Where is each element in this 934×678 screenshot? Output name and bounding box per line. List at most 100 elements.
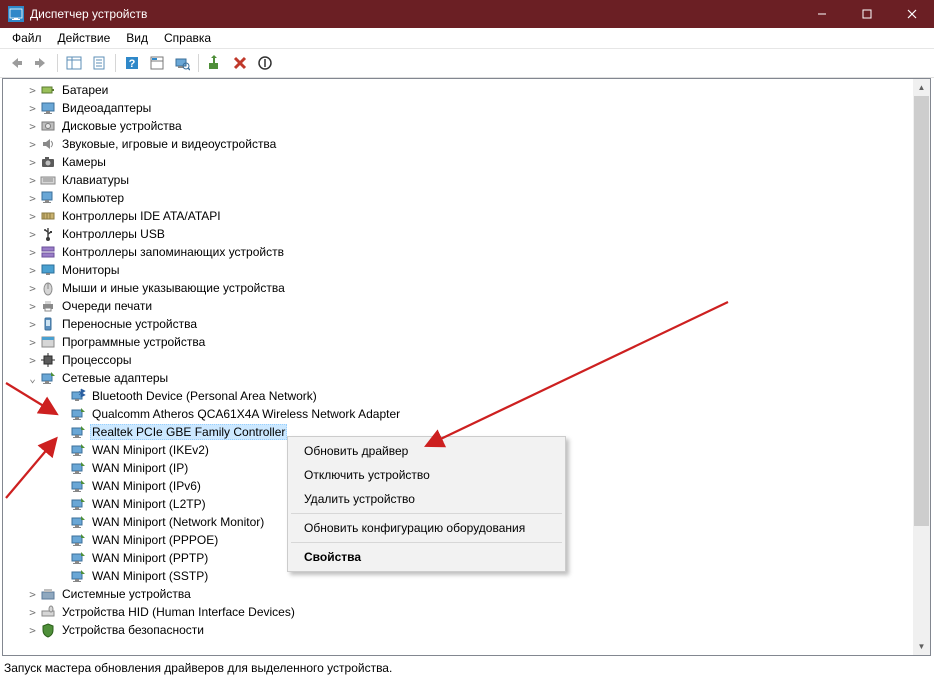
tree-item-label: Батареи — [60, 82, 110, 98]
expand-icon[interactable]: > — [25, 192, 40, 205]
expand-icon[interactable]: > — [25, 138, 40, 151]
expand-icon[interactable]: > — [25, 84, 40, 97]
menu-help[interactable]: Справка — [156, 29, 219, 47]
menu-view[interactable]: Вид — [118, 29, 156, 47]
tree-item-network-adapters[interactable]: ⌄Сетевые адаптеры — [3, 369, 913, 387]
tree-item[interactable]: >Камеры — [3, 153, 913, 171]
export-list-button[interactable] — [87, 51, 111, 75]
expand-icon[interactable]: > — [25, 210, 40, 223]
tree-item-label: Процессоры — [60, 352, 134, 368]
scroll-down-button[interactable]: ▼ — [913, 638, 930, 655]
tree-item-label: Мониторы — [60, 262, 121, 278]
tree-item-label: Системные устройства — [60, 586, 193, 602]
tree-item-label: Очереди печати — [60, 298, 154, 314]
net-icon — [70, 514, 86, 530]
tree-item[interactable]: > Процессоры — [3, 351, 913, 369]
tree-item-label: WAN Miniport (IP) — [90, 460, 190, 476]
expand-icon[interactable]: > — [25, 588, 40, 601]
expand-icon[interactable]: ⌄ — [25, 372, 40, 385]
tree-item-label: Устройства безопасности — [60, 622, 206, 638]
expand-icon[interactable]: > — [25, 300, 40, 313]
tree-item-label: WAN Miniport (SSTP) — [90, 568, 210, 584]
menu-action[interactable]: Действие — [50, 29, 119, 47]
tree-item[interactable]: >Контроллеры запоминающих устройств — [3, 243, 913, 261]
ctx-scan-hardware[interactable]: Обновить конфигурацию оборудования — [290, 516, 563, 540]
expand-icon[interactable]: > — [25, 624, 40, 637]
expand-icon[interactable]: > — [25, 282, 40, 295]
tree-item[interactable]: >Мыши и иные указывающие устройства — [3, 279, 913, 297]
tree-item[interactable]: >Клавиатуры — [3, 171, 913, 189]
expand-icon[interactable]: > — [25, 120, 40, 133]
menubar: Файл Действие Вид Справка — [0, 28, 934, 49]
tree-item[interactable]: Qualcomm Atheros QCA61X4A Wireless Netwo… — [3, 405, 913, 423]
close-button[interactable] — [889, 0, 934, 28]
expand-icon[interactable]: > — [25, 102, 40, 115]
show-hide-tree-button[interactable] — [62, 51, 86, 75]
vertical-scrollbar[interactable]: ▲ ▼ — [913, 79, 930, 655]
monitor-icon — [40, 262, 56, 278]
security-icon — [40, 622, 56, 638]
nav-back-button[interactable] — [4, 51, 28, 75]
expand-icon[interactable]: > — [25, 606, 40, 619]
sound-icon — [40, 136, 56, 152]
expand-icon[interactable]: > — [25, 354, 40, 367]
tree-item[interactable]: >Переносные устройства — [3, 315, 913, 333]
expand-icon[interactable]: > — [25, 336, 40, 349]
menu-file[interactable]: Файл — [4, 29, 50, 47]
tree-item-label: Звуковые, игровые и видеоустройства — [60, 136, 278, 152]
tree-item[interactable]: >Дисковые устройства — [3, 117, 913, 135]
tree-item[interactable]: > Звуковые, игровые и видеоустройства — [3, 135, 913, 153]
update-driver-button[interactable] — [203, 51, 227, 75]
disable-device-button[interactable] — [253, 51, 277, 75]
tree-item-label: WAN Miniport (IKEv2) — [90, 442, 211, 458]
tree-item[interactable]: >Контроллеры USB — [3, 225, 913, 243]
tree-item[interactable]: >Видеоадаптеры — [3, 99, 913, 117]
maximize-button[interactable] — [844, 0, 889, 28]
system-icon — [40, 586, 56, 602]
tree-item[interactable]: >Компьютер — [3, 189, 913, 207]
properties-button[interactable] — [145, 51, 169, 75]
scroll-thumb[interactable] — [914, 96, 929, 526]
tree-item[interactable]: Bluetooth Device (Personal Area Network) — [3, 387, 913, 405]
expand-icon[interactable]: > — [25, 318, 40, 331]
ctx-uninstall-device[interactable]: Удалить устройство — [290, 487, 563, 511]
help-button[interactable]: ? — [120, 51, 144, 75]
expand-icon[interactable]: > — [25, 264, 40, 277]
tree-item[interactable]: > Программные устройства — [3, 333, 913, 351]
mouse-icon — [40, 280, 56, 296]
ctx-disable-device[interactable]: Отключить устройство — [290, 463, 563, 487]
tree-item[interactable]: > Системные устройства — [3, 585, 913, 603]
scan-hardware-button[interactable] — [170, 51, 194, 75]
battery-icon — [40, 82, 56, 98]
ctx-update-driver[interactable]: Обновить драйвер — [290, 439, 563, 463]
nav-forward-button[interactable] — [29, 51, 53, 75]
expand-icon[interactable]: > — [25, 156, 40, 169]
net-icon — [70, 478, 86, 494]
cpu-icon — [40, 352, 56, 368]
tree-item[interactable]: >Контроллеры IDE ATA/ATAPI — [3, 207, 913, 225]
tree-item-label: WAN Miniport (IPv6) — [90, 478, 203, 494]
uninstall-device-button[interactable] — [228, 51, 252, 75]
tree-item[interactable]: >Устройства HID (Human Interface Devices… — [3, 603, 913, 621]
ctx-separator — [291, 542, 562, 543]
expand-icon[interactable]: > — [25, 174, 40, 187]
status-text: Запуск мастера обновления драйверов для … — [4, 661, 392, 675]
net-icon — [70, 460, 86, 476]
minimize-button[interactable] — [799, 0, 844, 28]
bt-icon — [70, 388, 86, 404]
net-icon — [70, 424, 86, 440]
tree-item[interactable]: > Очереди печати — [3, 297, 913, 315]
usb-icon — [40, 226, 56, 242]
tree-item-label: WAN Miniport (PPTP) — [90, 550, 210, 566]
ctx-properties[interactable]: Свойства — [290, 545, 563, 569]
tree-item-label: Программные устройства — [60, 334, 207, 350]
expand-icon[interactable]: > — [25, 228, 40, 241]
tree-item[interactable]: > Батареи — [3, 81, 913, 99]
camera-icon — [40, 154, 56, 170]
tree-item[interactable]: > Мониторы — [3, 261, 913, 279]
scroll-up-button[interactable]: ▲ — [913, 79, 930, 96]
net-icon — [40, 370, 56, 386]
expand-icon[interactable]: > — [25, 246, 40, 259]
app-icon — [8, 6, 24, 22]
tree-item[interactable]: > Устройства безопасности — [3, 621, 913, 639]
